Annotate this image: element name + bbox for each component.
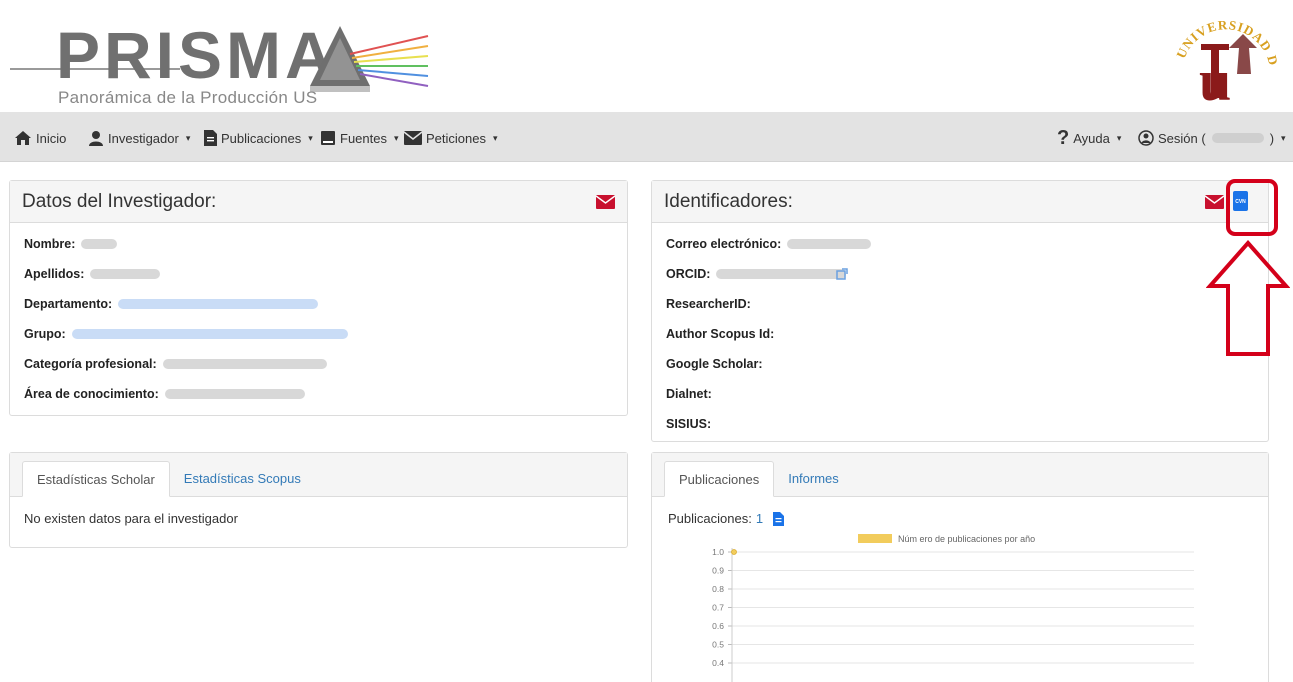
university-seal[interactable]: UNIVERSIDAD DE SEVILLA u <box>1166 0 1281 113</box>
user-icon <box>89 131 103 146</box>
user-circle-icon <box>1138 130 1154 146</box>
redacted-value <box>716 269 847 279</box>
y-tick-label: 0.9 <box>712 566 724 576</box>
identifiers-panel-title: Identificadores: <box>664 190 793 212</box>
prism-icon <box>310 26 429 92</box>
nav-ayuda[interactable]: ? Ayuda ▾ <box>1057 128 1121 148</box>
chevron-down-icon: ▾ <box>393 132 399 143</box>
envelope-icon[interactable] <box>1205 195 1224 209</box>
nav-investigador[interactable]: Investigador ▾ <box>88 128 190 148</box>
y-tick-label: 1.0 <box>712 547 724 557</box>
field-dialnet: Dialnet: <box>666 387 712 401</box>
field-grupo: Grupo: <box>24 319 613 349</box>
stats-panel: Estadísticas Scholar Estadísticas Scopus… <box>9 452 628 548</box>
field-researcherid: ResearcherID: <box>666 297 751 311</box>
tab-publicaciones[interactable]: Publicaciones <box>664 461 775 497</box>
field-apellidos: Apellidos: <box>24 259 613 289</box>
legend-swatch <box>858 534 892 543</box>
field-scopus: Author Scopus Id: <box>666 327 775 341</box>
university-seal-graphic: UNIVERSIDAD DE SEVILLA u <box>1166 0 1281 113</box>
legend-label: Núm ero de publicaciones por año <box>898 534 1035 544</box>
prisma-logo[interactable]: PRISMA Panorámica de la Producción US <box>10 14 430 110</box>
y-tick-label: 0.8 <box>712 584 724 594</box>
question-icon: ? <box>1057 127 1070 149</box>
field-correo: Correo electrónico: <box>666 229 1254 259</box>
publications-count-link[interactable]: 1 <box>756 511 763 526</box>
identifiers-panel: Identificadores: CVN Correo electrónico:… <box>651 180 1269 442</box>
nav-sesion-suffix: ) <box>1269 130 1275 146</box>
redacted-link[interactable] <box>118 299 319 309</box>
book-icon <box>321 131 335 145</box>
field-sisius: SISIUS: <box>666 417 712 431</box>
tab-estadisticas-scopus[interactable]: Estadísticas Scopus <box>170 460 315 496</box>
field-categoria: Categoría profesional: <box>24 349 613 379</box>
session-user-redacted <box>1211 133 1264 143</box>
redacted-value <box>90 269 161 279</box>
y-tick-label: 0.6 <box>712 621 724 631</box>
nav-inicio[interactable]: Inicio <box>14 128 66 148</box>
external-link-icon[interactable] <box>836 268 849 280</box>
envelope-icon[interactable] <box>596 195 615 209</box>
nav-fuentes-label: Fuentes <box>340 130 387 146</box>
field-google-scholar: Google Scholar: <box>666 357 763 371</box>
nav-investigador-label: Investigador <box>108 130 179 146</box>
nav-sesion[interactable]: Sesión ( ) ▾ <box>1138 128 1286 148</box>
logo-wordmark: PRISMA <box>56 18 337 92</box>
chevron-down-icon: ▾ <box>492 132 498 143</box>
y-tick-label: 0.4 <box>712 658 724 668</box>
tab-estadisticas-scholar[interactable]: Estadísticas Scholar <box>22 461 170 497</box>
nav-ayuda-label: Ayuda <box>1073 130 1110 146</box>
chevron-down-icon: ▾ <box>1281 132 1286 143</box>
nav-sesion-label: Sesión ( <box>1158 130 1206 146</box>
redacted-value <box>81 239 118 249</box>
publications-count-label: Publicaciones: <box>668 511 752 526</box>
tab-informes[interactable]: Informes <box>774 460 853 496</box>
redacted-link[interactable] <box>71 329 348 339</box>
chevron-down-icon: ▾ <box>1116 132 1122 143</box>
document-icon <box>204 130 217 146</box>
investigator-panel-header: Datos del Investigador: <box>10 181 627 223</box>
data-point <box>731 549 737 555</box>
nav-inicio-label: Inicio <box>36 130 67 146</box>
main-navbar: Inicio Investigador ▾ Publicaciones ▾ Fu… <box>0 112 1293 162</box>
investigator-panel: Datos del Investigador: Nombre: Apellido… <box>9 180 628 416</box>
envelope-icon <box>404 131 422 145</box>
stats-tabs: Estadísticas Scholar Estadísticas Scopus <box>10 453 627 497</box>
nav-fuentes[interactable]: Fuentes ▾ <box>320 128 399 148</box>
header: PRISMA Panorámica de la Producción US UN… <box>0 0 1293 113</box>
redacted-value <box>164 389 305 399</box>
nav-publicaciones-label: Publicaciones <box>221 130 302 146</box>
redacted-value <box>162 359 327 369</box>
nav-peticiones-label: Peticiones <box>426 130 486 146</box>
home-icon <box>15 131 31 145</box>
nav-publicaciones[interactable]: Publicaciones ▾ <box>204 128 313 148</box>
nav-peticiones[interactable]: Peticiones ▾ <box>404 128 498 148</box>
y-tick-label: 0.5 <box>712 640 724 650</box>
field-nombre: Nombre: <box>24 229 613 259</box>
redacted-value <box>787 239 872 249</box>
identifiers-panel-header: Identificadores: CVN <box>652 181 1268 223</box>
y-tick-label: 0.7 <box>712 603 724 613</box>
field-orcid: ORCID: <box>666 259 1254 289</box>
document-icon[interactable] <box>773 511 785 526</box>
publications-chart: Núm ero de publicaciones por año 1.0 0.9 0.… <box>712 534 1194 682</box>
up-arrow-annotation-icon <box>1206 240 1290 356</box>
field-departamento: Departamento: <box>24 289 613 319</box>
investigator-panel-title: Datos del Investigador: <box>22 190 217 212</box>
publications-count-row: Publicaciones: 1 <box>668 511 785 526</box>
field-area: Área de conocimiento: <box>24 379 613 409</box>
highlight-box <box>1226 179 1278 236</box>
chevron-down-icon: ▾ <box>185 132 191 143</box>
chevron-down-icon: ▾ <box>308 132 313 143</box>
stats-message: No existen datos para el investigador <box>24 511 238 526</box>
publications-tabs: Publicaciones Informes <box>652 453 1268 497</box>
logo-subtitle: Panorámica de la Producción US <box>58 88 318 107</box>
